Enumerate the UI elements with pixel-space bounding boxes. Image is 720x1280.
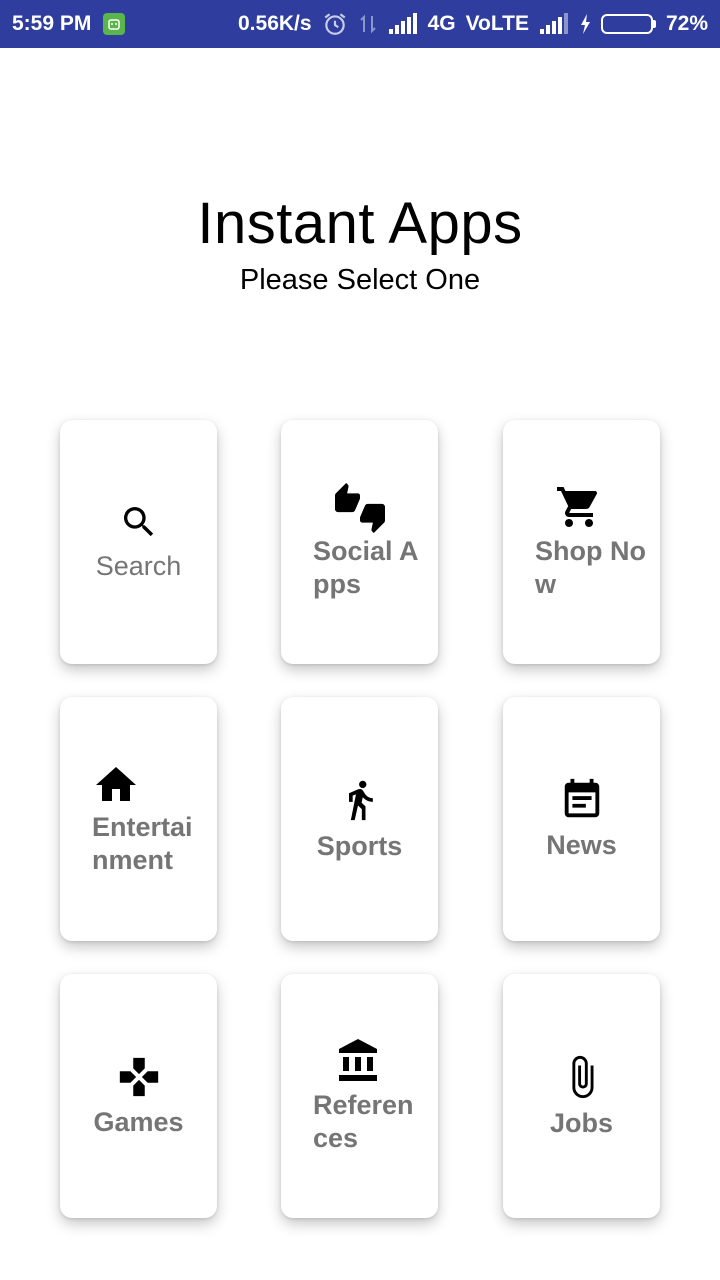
bank-icon — [335, 1037, 383, 1085]
status-bar: 5:59 PM 0.56K/s 4G VoLTE 72% — [0, 0, 720, 48]
shopping-cart-icon — [555, 483, 603, 531]
category-label: Sports — [316, 830, 403, 861]
category-card-entertainment[interactable]: Entertainment — [60, 697, 217, 941]
battery-icon — [600, 14, 656, 34]
category-label: Jobs — [549, 1107, 614, 1138]
page-title: Instant Apps — [197, 191, 523, 256]
category-label: Games — [93, 1106, 184, 1137]
home-icon — [92, 761, 140, 809]
calendar-note-icon — [559, 777, 605, 823]
category-label: News — [546, 829, 617, 860]
paperclip-icon — [559, 1053, 605, 1101]
signal-icon — [388, 13, 418, 35]
category-card-news[interactable]: News — [503, 697, 660, 941]
category-label: Social Apps — [313, 536, 419, 599]
page-subtitle: Please Select One — [239, 264, 481, 296]
charging-icon — [579, 13, 591, 35]
category-card-sports[interactable]: Sports — [281, 697, 438, 941]
signal-2-icon — [539, 13, 569, 35]
gamepad-icon — [116, 1054, 162, 1100]
category-label: Shop Now — [535, 536, 646, 599]
category-card-shop-now[interactable]: Shop Now — [503, 420, 660, 664]
category-label: Entertainment — [92, 812, 193, 875]
alarm-icon — [322, 11, 348, 37]
category-label: Search — [95, 550, 182, 581]
battery-percent: 72% — [665, 12, 708, 35]
walking-person-icon — [338, 776, 382, 824]
category-card-games[interactable]: Games — [60, 974, 217, 1218]
data-transfer-icon — [358, 12, 378, 36]
network-type: 4G — [427, 12, 456, 35]
category-card-social-apps[interactable]: Social Apps — [281, 420, 438, 664]
category-card-search[interactable]: Search — [60, 420, 217, 664]
search-icon — [119, 502, 159, 542]
category-label: References — [313, 1090, 414, 1153]
network-speed: 0.56K/s — [238, 12, 312, 35]
thumbs-up-down-icon — [335, 483, 385, 533]
category-card-references[interactable]: References — [281, 974, 438, 1218]
category-card-jobs[interactable]: Jobs — [503, 974, 660, 1218]
status-time: 5:59 PM — [12, 12, 92, 35]
notification-app-icon — [103, 13, 126, 35]
volte-label: VoLTE — [465, 12, 529, 35]
